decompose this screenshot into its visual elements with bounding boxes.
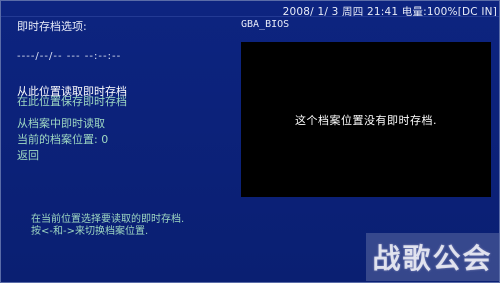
menu-item-slot-position[interactable]: 当前的档案位置: 0 — [17, 132, 237, 148]
save-state-preview: 这个档案位置没有即时存档. — [241, 42, 491, 197]
menu-item-load-from-file[interactable]: 从档案中即时读取 — [17, 116, 237, 132]
preview-message: 这个档案位置没有即时存档. — [295, 113, 437, 127]
save-slot-timestamp: ----/--/-- --- --:--:-- — [17, 51, 122, 62]
watermark-text: 战歌公会 — [372, 242, 493, 275]
status-bar: 2008/ 1/ 3 周四 21:41 电量:100%[DC IN] — [282, 6, 497, 18]
emulator-screen: 2008/ 1/ 3 周四 21:41 电量:100%[DC IN] 即时存档选… — [0, 0, 500, 283]
game-title: GBA_BIOS — [241, 19, 290, 30]
section-title: 即时存档选项: — [17, 20, 87, 33]
save-state-menu: 从此位置读取即时存档 在此位置保存即时存档 从档案中即时读取 当前的档案位置: … — [17, 84, 237, 164]
help-line: 按<-和->来切换档案位置. — [31, 226, 149, 237]
header-separator — [1, 16, 499, 17]
watermark-logo: 战歌公会 — [366, 233, 499, 281]
menu-item-save-state[interactable]: 在此位置保存即时存档 — [17, 94, 237, 110]
help-text: 在当前位置选择要读取的即时存档. 按<-和->来切换档案位置. — [31, 214, 184, 238]
menu-item-return[interactable]: 返回 — [17, 148, 237, 164]
help-line: 在当前位置选择要读取的即时存档. — [31, 214, 185, 225]
